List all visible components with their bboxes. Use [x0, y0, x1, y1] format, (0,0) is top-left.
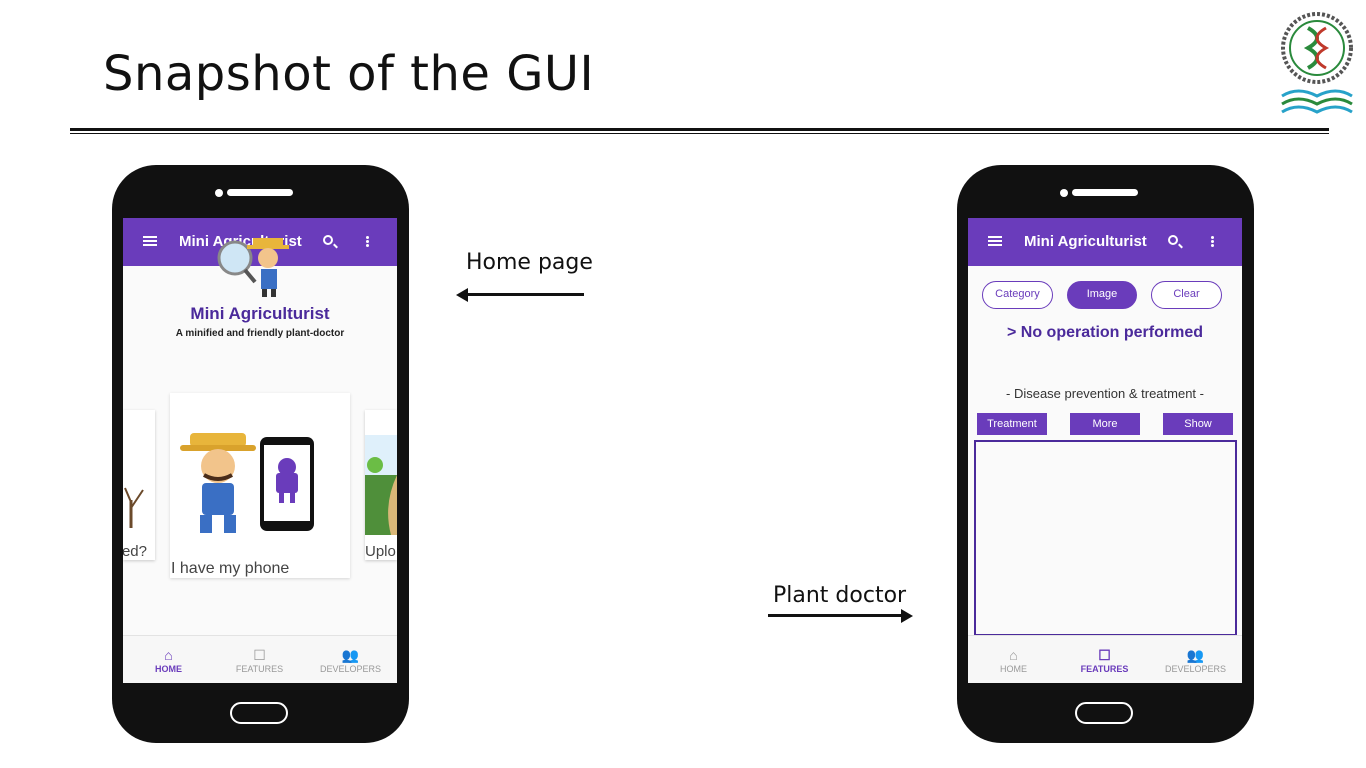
farmer-phone-illustration — [180, 433, 314, 533]
features-icon: ☐ — [253, 647, 266, 663]
title-rule — [70, 128, 1329, 131]
search-icon[interactable] — [323, 235, 333, 245]
more-vert-icon[interactable] — [366, 236, 369, 239]
nav-features[interactable]: ☐ FEATURES — [1059, 636, 1150, 683]
app-tagline: A minified and friendly plant-doctor — [175, 328, 345, 339]
university-logo — [1281, 12, 1353, 114]
nav-developers[interactable]: 👥 DEVELOPERS — [305, 636, 396, 683]
people-icon: 👥 — [1186, 647, 1205, 663]
nav-developers-label: DEVELOPERS — [1164, 664, 1227, 674]
home-page-label: Home page — [466, 250, 593, 275]
slide-title: Snapshot of the GUI — [103, 46, 595, 102]
nav-home-label: HOME — [155, 664, 182, 674]
menu-icon[interactable] — [143, 236, 157, 238]
doctor-screen: Mini Agriculturist Category Image Clear … — [968, 218, 1242, 683]
phone-camera — [1060, 189, 1068, 197]
plant-doctor-label: Plant doctor — [773, 583, 907, 608]
farmer-magnifier-illustration — [217, 238, 289, 297]
show-button[interactable]: Show — [1163, 413, 1233, 435]
phone-camera — [215, 189, 223, 197]
nav-home-label: HOME — [1000, 664, 1027, 674]
arrow-right-head — [901, 609, 913, 623]
app-name-heading: Mini Agriculturist — [190, 304, 330, 323]
nav-developers-label: DEVELOPERS — [319, 664, 382, 674]
section-label: - Disease prevention & treatment - — [1006, 386, 1204, 401]
phone-speaker — [1072, 189, 1138, 196]
app-bar: Mini Agriculturist — [968, 218, 1242, 266]
arrow-left-line — [466, 293, 584, 296]
result-output-box — [974, 440, 1237, 636]
nav-home[interactable]: ⌂ HOME — [968, 636, 1059, 683]
image-button[interactable]: Image — [1067, 281, 1137, 309]
nav-home[interactable]: ⌂ HOME — [123, 636, 214, 683]
phone-speaker — [227, 189, 293, 196]
menu-icon[interactable] — [988, 236, 1002, 238]
search-icon[interactable] — [1168, 235, 1178, 245]
category-button[interactable]: Category — [982, 281, 1053, 309]
nav-developers[interactable]: 👥 DEVELOPERS — [1150, 636, 1241, 683]
clear-button[interactable]: Clear — [1151, 281, 1222, 309]
more-button[interactable]: More — [1070, 413, 1140, 435]
features-icon: ☐ — [1098, 647, 1111, 663]
nav-features-label: FEATURES — [1080, 664, 1129, 674]
more-vert-icon[interactable] — [1211, 236, 1214, 239]
phone-home-button — [1075, 702, 1133, 724]
arrow-right-line — [768, 614, 902, 617]
tree-illustration — [124, 487, 144, 528]
people-icon: 👥 — [341, 647, 360, 663]
status-text: > No operation performed — [1006, 324, 1204, 341]
doctor-phone: Mini Agriculturist Category Image Clear … — [957, 165, 1254, 743]
carousel-caption-previous: ed? — [123, 543, 147, 560]
carousel-card-previous[interactable]: ed? — [123, 410, 155, 560]
nav-features[interactable]: ☐ FEATURES — [214, 636, 305, 683]
carousel-card-next[interactable]: Uplo — [365, 410, 397, 560]
bottom-navigation: ⌂ HOME ☐ FEATURES 👥 DEVELOPERS — [968, 635, 1242, 683]
home-icon: ⌂ — [164, 647, 173, 663]
title-rule-thin — [70, 133, 1329, 134]
carousel-card-current[interactable]: I have my phone — [170, 393, 350, 578]
phone-home-button — [230, 702, 288, 724]
home-phone: Mini Agriculturist Mini Agriculturist A … — [112, 165, 409, 743]
home-screen: Mini Agriculturist Mini Agriculturist A … — [123, 218, 397, 683]
home-icon: ⌂ — [1009, 647, 1018, 663]
treatment-button[interactable]: Treatment — [977, 413, 1047, 435]
carousel-caption-next: Uplo — [365, 543, 396, 560]
nav-features-label: FEATURES — [235, 664, 284, 674]
bottom-navigation: ⌂ HOME ☐ FEATURES 👥 DEVELOPERS — [123, 635, 397, 683]
landscape-illustration — [365, 435, 397, 535]
app-bar-title: Mini Agriculturist — [1024, 233, 1147, 250]
carousel-caption-current: I have my phone — [171, 560, 290, 577]
